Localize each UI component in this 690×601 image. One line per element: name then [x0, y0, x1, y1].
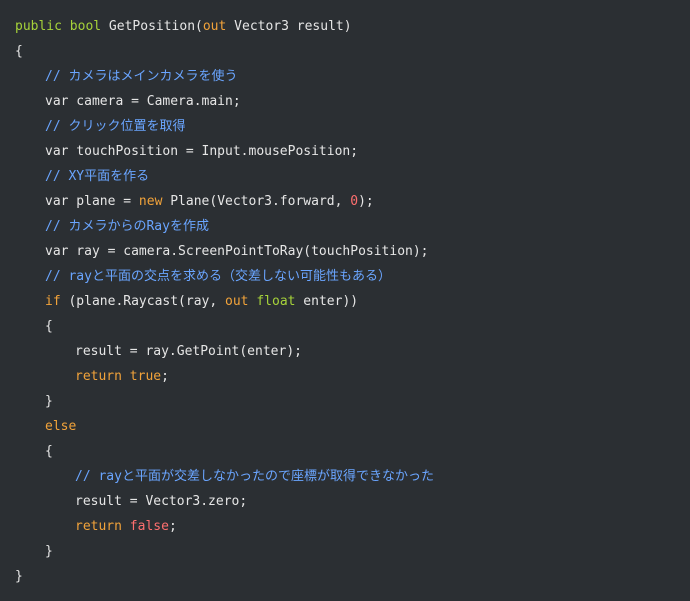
code-comment: // カメラからのRayを作成: [45, 219, 209, 234]
code-line: var touchPosition = Input.mousePosition;: [0, 139, 690, 164]
code-line: // カメラはメインカメラを使う: [0, 64, 690, 89]
code-line: }: [0, 539, 690, 564]
code-keyword: new: [138, 194, 163, 209]
code-line: {: [0, 314, 690, 339]
code-line: {: [0, 39, 690, 64]
code-line: // カメラからのRayを作成: [0, 214, 690, 239]
code-text: Plane(Vector3.forward,: [162, 194, 351, 209]
code-line: }: [0, 564, 690, 589]
code-keyword: else: [45, 419, 77, 434]
code-text: }: [15, 569, 23, 584]
code-line: result = ray.GetPoint(enter);: [0, 339, 690, 364]
code-line: var ray = camera.ScreenPointToRay(touchP…: [0, 239, 690, 264]
code-text: {: [45, 319, 53, 334]
code-comment: // rayと平面が交差しなかったので座標が取得できなかった: [75, 469, 434, 484]
code-comment: // カメラはメインカメラを使う: [45, 69, 238, 84]
code-line: // rayと平面が交差しなかったので座標が取得できなかった: [0, 464, 690, 489]
code-line: public bool GetPosition(out Vector3 resu…: [0, 14, 690, 39]
code-keyword: false: [129, 519, 169, 534]
code-text: Vector3 result): [226, 19, 352, 34]
code-keyword: return: [75, 519, 122, 534]
code-text: var ray = camera.ScreenPointToRay(touchP…: [45, 244, 429, 259]
code-text: var plane =: [45, 194, 139, 209]
code-keyword: true: [129, 369, 162, 384]
code-line: result = Vector3.zero;: [0, 489, 690, 514]
code-line: return true;: [0, 364, 690, 389]
code-keyword: if: [45, 294, 61, 309]
code-text: ;: [161, 369, 169, 384]
code-comment: // クリック位置を取得: [45, 119, 186, 134]
code-line: var camera = Camera.main;: [0, 89, 690, 114]
code-text: var camera = Camera.main;: [45, 94, 241, 109]
code-line: if (plane.Raycast(ray, out float enter)): [0, 289, 690, 314]
code-text: result = ray.GetPoint(enter);: [75, 344, 302, 359]
code-comment: // rayと平面の交点を求める（交差しない可能性もある）: [45, 269, 391, 284]
code-keyword: public: [15, 19, 62, 34]
code-line: }: [0, 389, 690, 414]
code-line: {: [0, 439, 690, 464]
code-keyword: float: [256, 294, 296, 309]
code-keyword: out: [202, 19, 227, 34]
code-text: {: [45, 444, 53, 459]
code-text: (plane.Raycast(ray,: [60, 294, 226, 309]
code-line: else: [0, 414, 690, 439]
code-line: // rayと平面の交点を求める（交差しない可能性もある）: [0, 264, 690, 289]
code-keyword: return: [75, 369, 122, 384]
code-keyword: out: [225, 294, 249, 309]
code-text: result = Vector3.zero;: [75, 494, 248, 509]
code-keyword: 0: [350, 194, 359, 209]
code-text: {: [15, 44, 23, 59]
code-block: public bool GetPosition(out Vector3 resu…: [0, 0, 690, 601]
code-text: GetPosition(: [101, 19, 203, 34]
code-text: );: [358, 194, 374, 209]
code-line: return false;: [0, 514, 690, 539]
code-text: }: [45, 394, 53, 409]
code-text: var touchPosition = Input.mousePosition;: [45, 144, 359, 159]
code-line: // XY平面を作る: [0, 164, 690, 189]
code-line: // クリック位置を取得: [0, 114, 690, 139]
code-comment: // XY平面を作る: [45, 169, 150, 184]
code-text: enter)): [295, 294, 359, 309]
code-keyword: bool: [69, 19, 102, 34]
code-line: var plane = new Plane(Vector3.forward, 0…: [0, 189, 690, 214]
code-text: }: [45, 544, 53, 559]
code-text: ;: [168, 519, 177, 534]
